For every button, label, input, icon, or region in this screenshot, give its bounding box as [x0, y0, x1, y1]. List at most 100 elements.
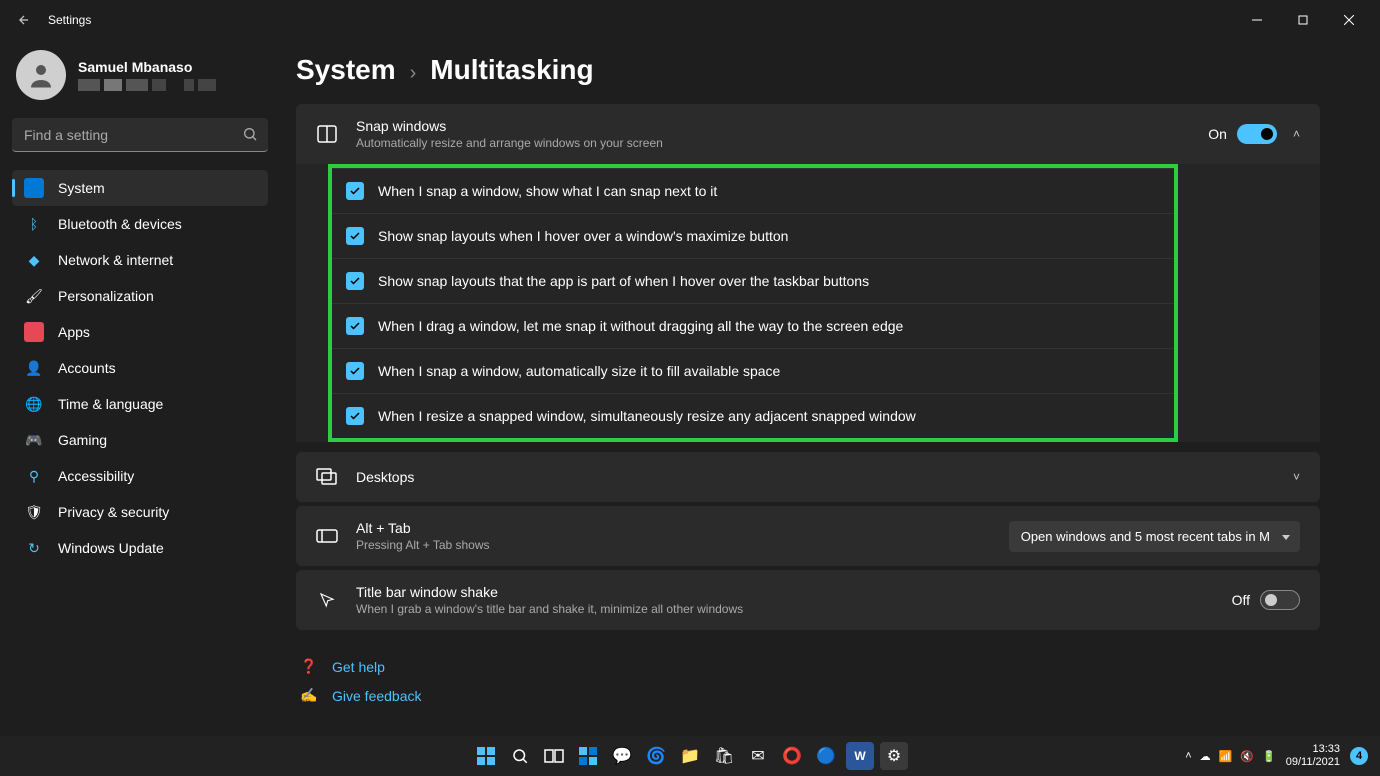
snap-windows-card: Snap windows Automatically resize and ar…	[296, 104, 1320, 442]
select-value: Open windows and 5 most recent tabs in M	[1021, 529, 1270, 544]
nav-gaming[interactable]: 🎮Gaming	[12, 422, 268, 458]
system-tray: ˄ ☁ 📶 🔇 🔋 13:33 09/11/2021 4	[1185, 743, 1380, 769]
maximize-button[interactable]	[1280, 4, 1326, 36]
user-profile[interactable]: Samuel Mbanaso	[16, 50, 268, 100]
widgets[interactable]	[574, 742, 602, 770]
start-button[interactable]	[472, 742, 500, 770]
snap-options-list: When I snap a window, show what I can sn…	[296, 164, 1320, 442]
clock[interactable]: 13:33 09/11/2021	[1286, 743, 1340, 769]
wifi-icon: ◆	[24, 250, 44, 270]
taskbar: 💬 🌀 📁 🛍 ✉ ⭕ 🔵 W ⚙ ˄ ☁ 📶 🔇 🔋 13:33 09/11/…	[0, 736, 1380, 776]
checkbox[interactable]	[346, 227, 364, 245]
nav-label: Privacy & security	[58, 504, 169, 520]
nav-list: System ᛒ Bluetooth & devices ◆ Network & i…	[12, 170, 268, 566]
snap-option[interactable]: When I snap a window, automatically size…	[332, 348, 1174, 393]
nav-update[interactable]: ↻ Windows Update	[12, 530, 268, 566]
highlighted-region: When I snap a window, show what I can sn…	[328, 164, 1178, 442]
opera-icon[interactable]: ⭕	[778, 742, 806, 770]
checkbox[interactable]	[346, 362, 364, 380]
chevron-down-icon: ˅	[1293, 470, 1300, 484]
snap-option[interactable]: When I resize a snapped window, simultan…	[332, 393, 1174, 438]
nav-network[interactable]: ◆ Network & internet	[12, 242, 268, 278]
explorer-icon[interactable]: 📁	[676, 742, 704, 770]
card-title: Snap windows	[356, 118, 663, 134]
shake-toggle[interactable]	[1260, 590, 1300, 610]
teams-icon[interactable]: 💬	[608, 742, 636, 770]
bluetooth-icon: ᛒ	[24, 214, 44, 234]
nav-personalization[interactable]: 🖌Personalization	[12, 278, 268, 314]
sync-icon: ↻	[24, 538, 44, 558]
tray-chevron-icon[interactable]: ˄	[1185, 750, 1191, 762]
snap-option[interactable]: Show snap layouts that the app is part o…	[332, 258, 1174, 303]
cursor-icon	[316, 589, 338, 611]
checkbox[interactable]	[346, 317, 364, 335]
desktops-header[interactable]: Desktops ˅	[296, 452, 1320, 502]
feedback-icon: ✍	[300, 687, 318, 704]
taskbar-search[interactable]	[506, 742, 534, 770]
edge-icon[interactable]: 🌀	[642, 742, 670, 770]
sidebar: Samuel Mbanaso System ᛒ Bluetooth & devic…	[0, 40, 280, 736]
option-label: When I resize a snapped window, simultan…	[378, 408, 916, 424]
search-input[interactable]	[12, 118, 268, 152]
checkbox[interactable]	[346, 182, 364, 200]
content: System › Multitasking Snap windows Autom…	[280, 40, 1380, 736]
shake-header: Title bar window shake When I grab a win…	[296, 570, 1320, 630]
back-button[interactable]	[8, 4, 40, 36]
settings-icon[interactable]: ⚙	[880, 742, 908, 770]
card-desc: When I grab a window's title bar and sha…	[356, 602, 743, 616]
onedrive-icon[interactable]: ☁	[1200, 750, 1211, 763]
toggle-label: Off	[1232, 592, 1250, 608]
snap-windows-header[interactable]: Snap windows Automatically resize and ar…	[296, 104, 1320, 164]
minimize-button[interactable]	[1234, 4, 1280, 36]
chrome-icon[interactable]: 🔵	[812, 742, 840, 770]
snap-icon	[316, 123, 338, 145]
toggle-label: On	[1208, 126, 1227, 142]
search-icon	[242, 126, 258, 147]
snap-option[interactable]: When I drag a window, let me snap it wit…	[332, 303, 1174, 348]
option-label: Show snap layouts that the app is part o…	[378, 273, 869, 289]
nav-apps[interactable]: Apps	[12, 314, 268, 350]
nav-label: Accessibility	[58, 468, 134, 484]
alttab-select[interactable]: Open windows and 5 most recent tabs in M	[1009, 521, 1300, 552]
user-email-redacted	[78, 79, 216, 91]
nav-privacy[interactable]: 🛡 Privacy & security	[12, 494, 268, 530]
nav-label: Apps	[58, 324, 90, 340]
nav-label: Windows Update	[58, 540, 164, 556]
breadcrumb-parent[interactable]: System	[296, 54, 396, 86]
close-button[interactable]	[1326, 4, 1372, 36]
snap-option[interactable]: When I snap a window, show what I can sn…	[332, 168, 1174, 213]
nav-label: System	[58, 180, 105, 196]
nav-label: Bluetooth & devices	[58, 216, 182, 232]
card-title: Alt + Tab	[356, 520, 490, 536]
option-label: When I snap a window, automatically size…	[378, 363, 780, 379]
shield-icon: 🛡	[24, 502, 44, 522]
titlebar: Settings	[0, 0, 1380, 40]
card-title: Title bar window shake	[356, 584, 743, 600]
store-icon[interactable]: 🛍	[710, 742, 738, 770]
checkbox[interactable]	[346, 407, 364, 425]
nav-time[interactable]: 🌐 Time & language	[12, 386, 268, 422]
option-label: When I drag a window, let me snap it wit…	[378, 318, 903, 334]
nav-label: Network & internet	[58, 252, 173, 268]
battery-icon[interactable]: 🔋	[1262, 750, 1276, 763]
nav-bluetooth[interactable]: ᛒ Bluetooth & devices	[12, 206, 268, 242]
nav-accounts[interactable]: 👤Accounts	[12, 350, 268, 386]
globe-icon: 🌐	[24, 394, 44, 414]
mail-icon[interactable]: ✉	[744, 742, 772, 770]
snap-toggle[interactable]	[1237, 124, 1277, 144]
snap-option[interactable]: Show snap layouts when I hover over a wi…	[332, 213, 1174, 258]
word-icon[interactable]: W	[846, 742, 874, 770]
help-icon: ❓	[300, 658, 318, 675]
wifi-tray-icon[interactable]: 📶	[1219, 750, 1233, 763]
checkbox[interactable]	[346, 272, 364, 290]
nav-accessibility[interactable]: ⚲Accessibility	[12, 458, 268, 494]
volume-icon[interactable]: 🔇	[1240, 750, 1254, 763]
give-feedback-link[interactable]: ✍Give feedback	[296, 681, 1320, 710]
notification-badge[interactable]: 4	[1350, 747, 1368, 765]
nav-label: Time & language	[58, 396, 163, 412]
desktops-card: Desktops ˅	[296, 452, 1320, 502]
task-view[interactable]	[540, 742, 568, 770]
nav-label: Accounts	[58, 360, 116, 376]
nav-system[interactable]: System	[12, 170, 268, 206]
get-help-link[interactable]: ❓Get help	[296, 652, 1320, 681]
